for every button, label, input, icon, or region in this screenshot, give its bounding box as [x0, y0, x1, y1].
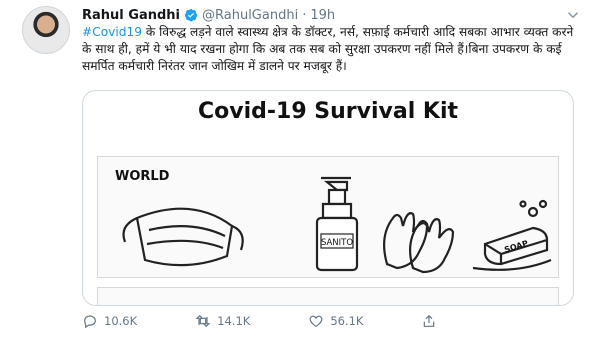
tweet-body: के विरुद्ध लड़ने वाले स्वास्थ्य क्षेत्र …	[82, 25, 574, 73]
chevron-down-icon[interactable]	[564, 6, 582, 24]
reply-icon	[84, 315, 96, 329]
mask-illustration	[122, 207, 244, 267]
soap-label: SOAP	[503, 239, 529, 255]
heart-icon	[309, 315, 323, 328]
header-separator: ·	[302, 7, 307, 23]
media-panel-lower	[97, 287, 559, 305]
like-count: 56.1K	[330, 314, 364, 328]
gloves-illustration	[382, 212, 455, 274]
sanitizer-label: SANITO	[321, 238, 353, 248]
sanitizer-illustration	[315, 176, 359, 272]
author-name[interactable]: Rahul Gandhi	[82, 8, 180, 23]
tweet-actions: 10.6K 14.1K 56.1K	[82, 313, 495, 329]
verified-badge-icon	[184, 8, 198, 22]
share-icon	[424, 314, 435, 327]
author-handle[interactable]: @RahulGandhi	[202, 8, 298, 23]
reply-count: 10.6K	[104, 314, 138, 328]
avatar[interactable]	[22, 6, 70, 54]
tweet: Rahul Gandhi @RahulGandhi · 19h #Covid19…	[0, 0, 600, 338]
reply-button[interactable]: 10.6K	[82, 313, 137, 329]
media-title: Covid-19 Survival Kit	[197, 99, 459, 124]
tweet-text: #Covid19 के विरुद्ध लड़ने वाले स्वास्थ्य…	[82, 24, 578, 75]
tweet-media[interactable]: Covid-19 Survival Kit WORLD SANITO SOAP	[82, 90, 574, 306]
share-button[interactable]	[421, 313, 437, 329]
like-button[interactable]: 56.1K	[308, 313, 363, 329]
survival-kit-illustration: SANITO SOAP	[122, 176, 552, 274]
retweet-icon	[195, 314, 211, 328]
retweet-button[interactable]: 14.1K	[195, 313, 250, 329]
hashtag-link[interactable]: #Covid19	[82, 25, 142, 39]
soap-illustration	[472, 199, 552, 271]
tweet-header: Rahul Gandhi @RahulGandhi · 19h	[82, 5, 335, 25]
retweet-count: 14.1K	[217, 314, 251, 328]
tweet-timestamp[interactable]: 19h	[310, 8, 335, 23]
